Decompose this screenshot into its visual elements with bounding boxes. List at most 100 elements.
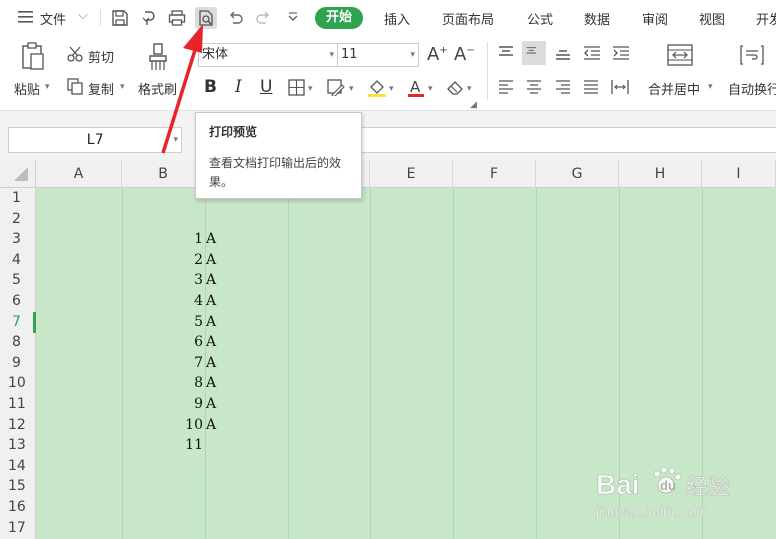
chevron-down-icon[interactable]: ⌵ <box>78 8 88 23</box>
column-header-e[interactable]: E <box>370 160 453 188</box>
row-headers: 1 2 3 4 5 6 7 8 9 10 11 12 13 14 15 16 17 <box>0 188 36 539</box>
cell-text-b12: A <box>206 416 217 433</box>
align-top-icon[interactable] <box>498 45 514 61</box>
file-menu[interactable]: 文件 <box>40 9 66 28</box>
row-header-13[interactable]: 13 <box>0 435 36 456</box>
tab-developer[interactable]: 开发 <box>756 9 776 28</box>
column-header-g[interactable]: G <box>536 160 619 188</box>
redo-icon[interactable] <box>252 7 274 29</box>
cell-b9[interactable]: 7 <box>194 353 203 374</box>
underline-icon[interactable]: U <box>260 77 272 97</box>
tab-view[interactable]: 视图 <box>699 9 725 28</box>
column-header-i[interactable]: I <box>702 160 776 188</box>
row-header-16[interactable]: 16 <box>0 497 36 518</box>
cell-style-icon[interactable] <box>327 79 345 96</box>
fill-color-icon[interactable] <box>367 78 387 98</box>
row-header-6[interactable]: 6 <box>0 291 36 312</box>
print-preview-tooltip: 打印预览 查看文档打印输出后的效果。 <box>195 112 362 199</box>
tab-insert[interactable]: 插入 <box>384 9 410 28</box>
cell-b3[interactable]: 1 <box>194 229 203 250</box>
row-header-5[interactable]: 5 <box>0 270 36 291</box>
row-header-8[interactable]: 8 <box>0 332 36 353</box>
decrease-font-icon[interactable]: A− <box>454 44 475 65</box>
column-header-h[interactable]: H <box>619 160 702 188</box>
scissors-icon[interactable] <box>66 45 84 63</box>
cell-text-b10: A <box>206 375 217 392</box>
save-icon[interactable] <box>109 7 131 29</box>
column-header-b[interactable]: B <box>122 160 205 188</box>
increase-indent-icon[interactable] <box>612 45 630 61</box>
tooltip-description: 查看文档打印输出后的效果。 <box>209 156 342 189</box>
cell-b6[interactable]: 4 <box>194 291 203 312</box>
row-header-4[interactable]: 4 <box>0 250 36 271</box>
svg-text:经验: 经验 <box>686 475 730 500</box>
hamburger-menu-icon[interactable] <box>18 10 34 24</box>
align-bottom-icon[interactable] <box>555 45 571 61</box>
watermark-url: jingyan.baidu.com <box>595 503 709 519</box>
undo-icon[interactable] <box>225 7 247 29</box>
cell-b5[interactable]: 3 <box>194 270 203 291</box>
borders-icon[interactable] <box>288 79 305 96</box>
paste-icon[interactable] <box>20 42 46 72</box>
row-header-2[interactable]: 2 <box>0 209 36 230</box>
tab-formulas[interactable]: 公式 <box>527 9 553 28</box>
row-header-15[interactable]: 15 <box>0 476 36 497</box>
decrease-indent-icon[interactable] <box>583 45 601 61</box>
cell-b7[interactable]: 5 <box>194 312 203 333</box>
row-header-14[interactable]: 14 <box>0 456 36 477</box>
row-header-7[interactable]: 7 <box>0 311 36 333</box>
column-header-a[interactable]: A <box>36 160 122 188</box>
cell-text-b6: A <box>206 293 217 309</box>
copy-icon[interactable] <box>66 77 84 95</box>
cell-b12[interactable]: 10 <box>185 415 203 436</box>
cell-b10[interactable]: 8 <box>194 373 203 394</box>
italic-icon[interactable]: I <box>235 77 242 97</box>
tab-data[interactable]: 数据 <box>584 9 610 28</box>
tab-home[interactable]: 开始 <box>315 7 364 29</box>
ribbon-toolbar: 粘贴 ▾ 剪切 复制 ▾ 格式刷 宋体 ▾ 11 ▾ A+ A− B I U ▾… <box>0 36 776 110</box>
select-all-corner[interactable] <box>0 160 36 188</box>
justify-icon[interactable] <box>583 79 599 95</box>
align-right-icon[interactable] <box>555 79 571 95</box>
font-size-select[interactable]: 11 ▾ <box>337 43 419 67</box>
svg-text:Bai: Bai <box>596 469 640 500</box>
formula-input[interactable] <box>360 127 776 153</box>
increase-font-icon[interactable]: A+ <box>427 44 448 65</box>
tab-page-layout[interactable]: 页面布局 <box>442 9 494 28</box>
cut-button[interactable]: 剪切 <box>88 47 114 66</box>
cell-text-b7: A <box>206 313 217 330</box>
row-header-10[interactable]: 10 <box>0 373 36 394</box>
tab-review[interactable]: 审阅 <box>642 9 668 28</box>
wrap-text-icon[interactable] <box>740 44 764 66</box>
menu-bar: 文件 ⌵ 开始 插入 页面布局 公式 数据 审阅 视图 开发 <box>0 0 776 36</box>
baidu-watermark: Bai du 经验 jingyan.baidu.com <box>592 464 742 522</box>
align-center-icon[interactable] <box>526 79 542 95</box>
cell-text-b3: A <box>206 231 217 248</box>
row-header-12[interactable]: 12 <box>0 415 36 436</box>
merge-center-button[interactable]: 合并居中 <box>648 79 700 98</box>
wrap-text-button[interactable]: 自动换行 <box>728 79 776 98</box>
row-header-17[interactable]: 17 <box>0 518 36 539</box>
cell-b8[interactable]: 6 <box>194 332 203 353</box>
row-header-9[interactable]: 9 <box>0 353 36 374</box>
font-size-value: 11 <box>341 47 358 62</box>
distribute-icon[interactable] <box>611 79 629 95</box>
cell-text-b9: A <box>206 354 217 371</box>
eraser-icon[interactable] <box>446 79 464 96</box>
column-header-f[interactable]: F <box>453 160 536 188</box>
paste-button[interactable]: 粘贴 <box>14 79 40 98</box>
paw-icon: du <box>653 466 682 494</box>
cell-b13[interactable]: 11 <box>185 435 203 456</box>
row-header-3[interactable]: 3 <box>0 229 36 250</box>
row-header-11[interactable]: 11 <box>0 394 36 415</box>
cell-text-b8: A <box>206 334 217 351</box>
font-color-icon[interactable]: A <box>407 78 425 98</box>
cell-b4[interactable]: 2 <box>194 250 203 271</box>
row-header-1[interactable]: 1 <box>0 188 36 209</box>
merge-center-icon[interactable] <box>667 44 693 66</box>
align-left-icon[interactable] <box>498 79 514 95</box>
cell-b11[interactable]: 9 <box>194 394 203 415</box>
quick-access-dropdown-icon[interactable] <box>282 7 304 29</box>
align-middle-icon[interactable] <box>522 41 546 65</box>
copy-button[interactable]: 复制 <box>88 79 114 98</box>
